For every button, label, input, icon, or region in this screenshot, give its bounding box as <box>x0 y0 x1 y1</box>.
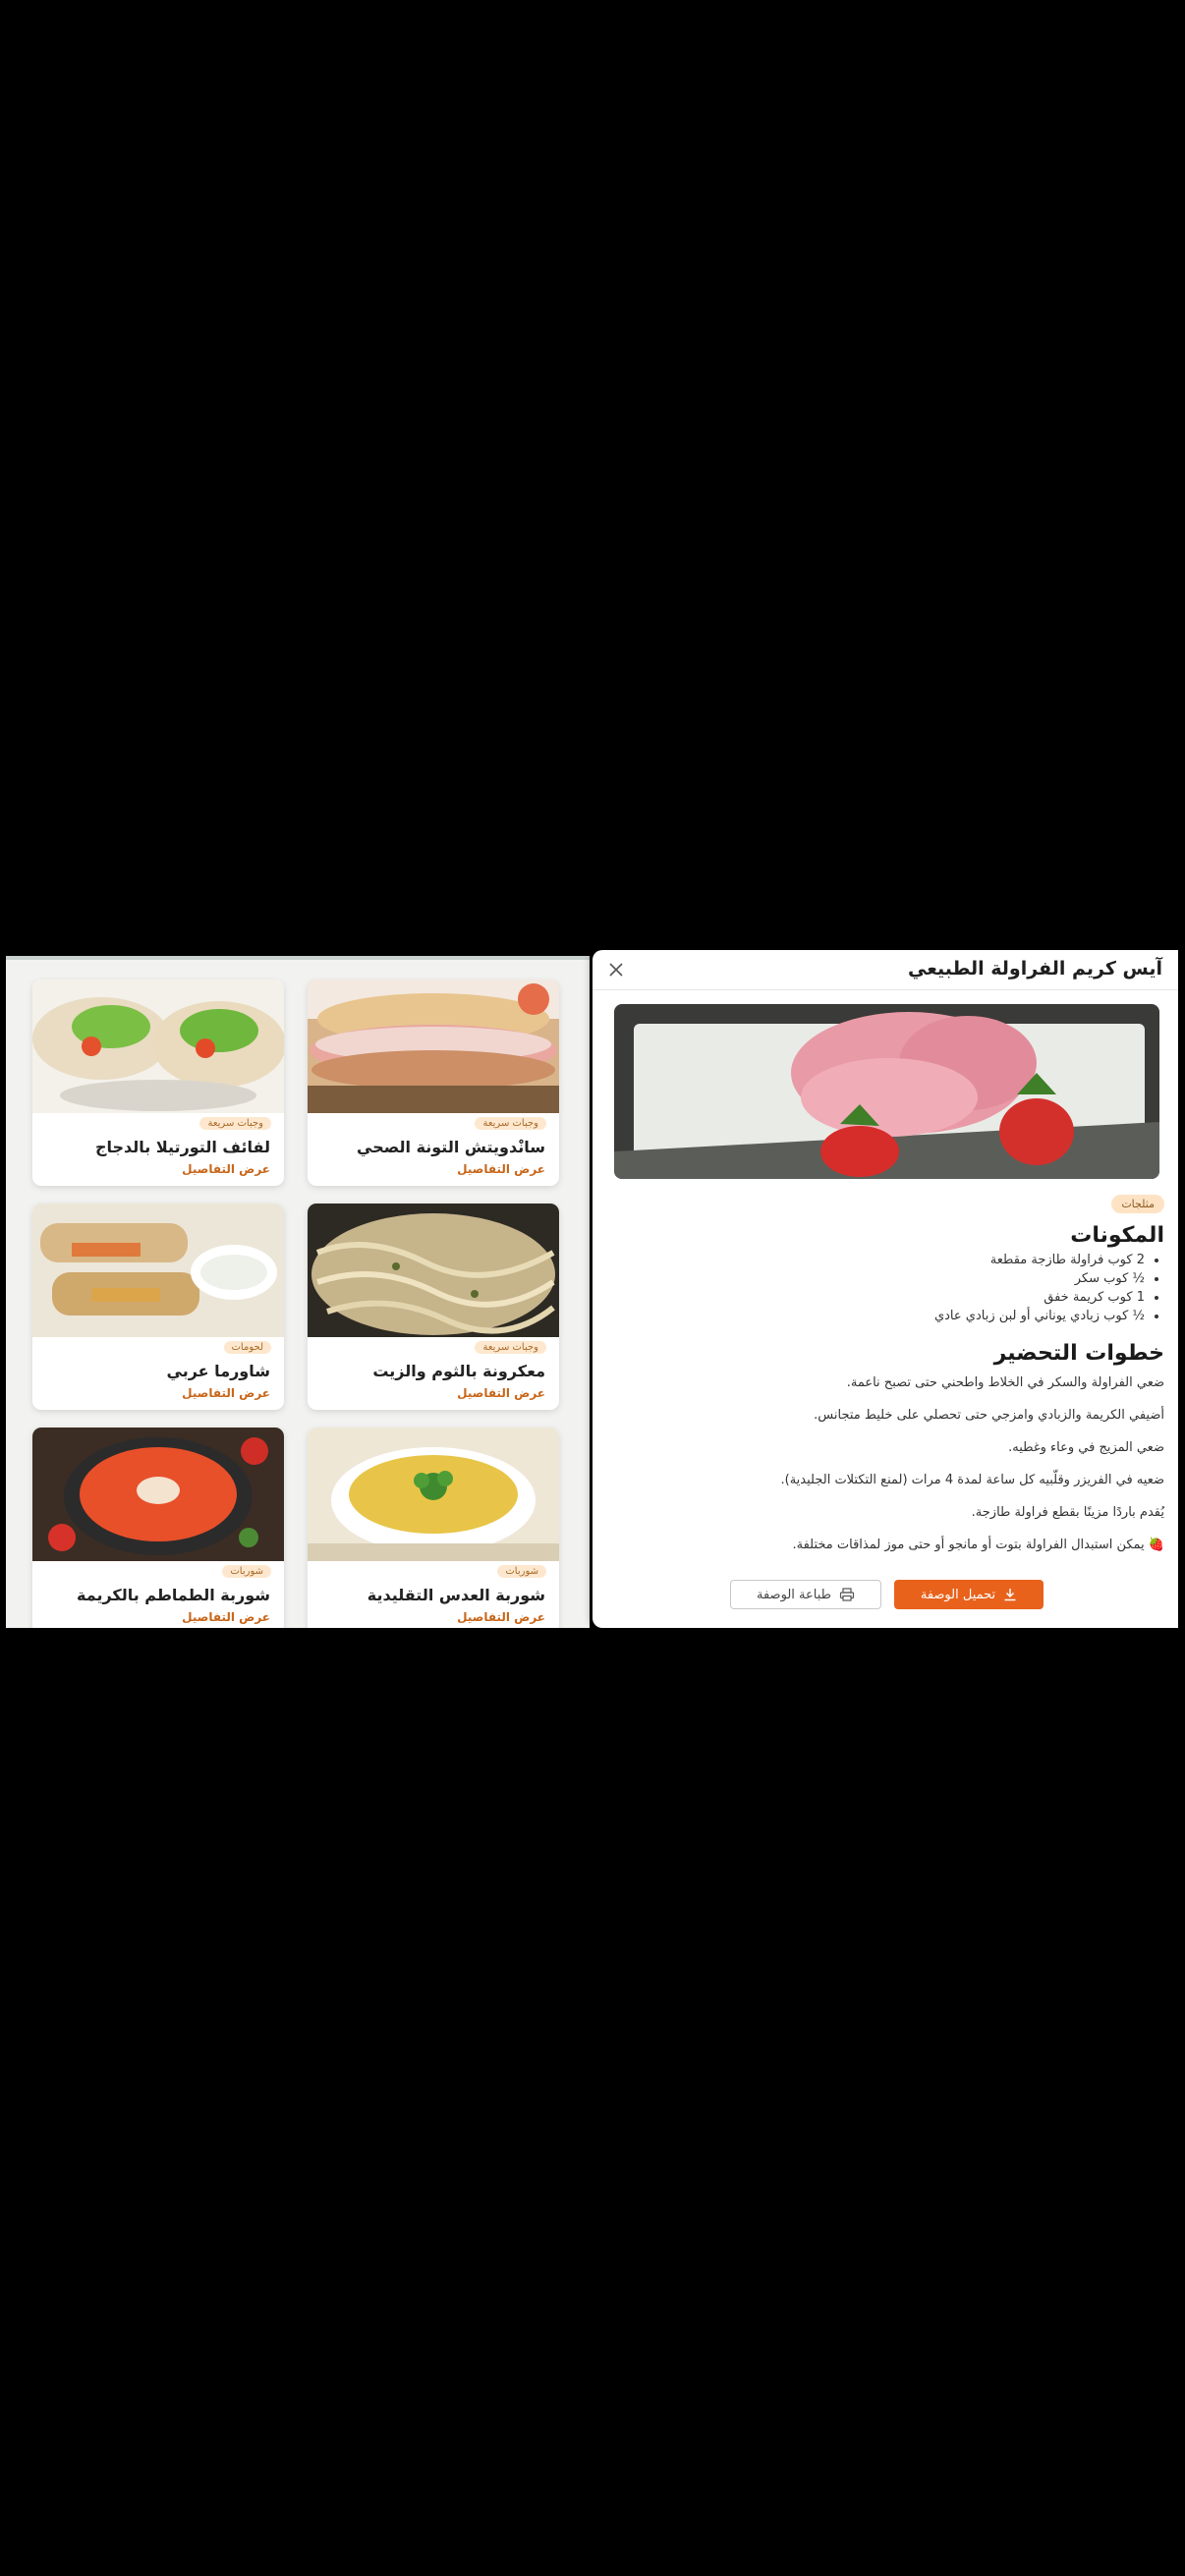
steps-heading: خطوات التحضير <box>993 1341 1164 1366</box>
category-badge: وجبات سريعة <box>475 1341 546 1354</box>
category-badge: مثلجات <box>1111 1195 1164 1213</box>
recipe-hero-image <box>614 1004 1159 1179</box>
step-item: يُقدم باردًا مزينًا بقطع فراولة طازجة. <box>971 1505 1164 1520</box>
app-frame: وجبات سريعة سانْدويتش التونة الصحي عرض ا… <box>0 948 1185 1628</box>
recipe-image <box>308 1428 559 1561</box>
view-details-link[interactable]: عرض التفاصيل <box>182 1386 270 1400</box>
recipe-image <box>32 1204 284 1337</box>
step-item: ضعي الفراولة والسكر في الخلاط واطحني حتى… <box>846 1375 1164 1390</box>
download-recipe-button[interactable]: تحميل الوصفة <box>894 1580 1044 1609</box>
recipe-title: لفائف التورتيلا بالدجاج <box>94 1138 270 1156</box>
category-badge: شوربات <box>497 1565 546 1578</box>
category-badge: شوربات <box>222 1565 271 1578</box>
recipe-title: شوربة الطماطم بالكريمة <box>77 1586 270 1604</box>
print-recipe-button[interactable]: طباعة الوصفة <box>730 1580 881 1609</box>
ingredient-item: 1 كوب كريمة خفق <box>634 1288 1145 1307</box>
category-badge: لحومات <box>223 1341 271 1354</box>
recipe-image <box>308 1204 559 1337</box>
view-details-link[interactable]: عرض التفاصيل <box>457 1162 545 1176</box>
category-badge: وجبات سريعة <box>199 1117 271 1130</box>
recipe-modal: آيس كريم الفراولة الطبيعي مثلجات المكونا… <box>592 950 1178 1628</box>
step-item: 🍓 يمكن استبدال الفراولة بتوت أو مانجو أو… <box>792 1538 1165 1552</box>
recipe-title: سانْدويتش التونة الصحي <box>357 1138 545 1156</box>
download-icon <box>1004 1589 1016 1601</box>
recipe-grid: وجبات سريعة سانْدويتش التونة الصحي عرض ا… <box>6 956 590 1628</box>
download-label: تحميل الوصفة <box>920 1587 996 1602</box>
recipe-title: شاورما عربي <box>166 1362 270 1380</box>
ingredient-item: ½ كوب زبادي يوناني أو لبن زبادي عادي <box>634 1307 1145 1325</box>
close-button[interactable] <box>606 960 626 980</box>
view-details-link[interactable]: عرض التفاصيل <box>457 1386 545 1400</box>
recipe-image <box>32 980 284 1113</box>
view-details-link[interactable]: عرض التفاصيل <box>457 1610 545 1624</box>
modal-title: آيس كريم الفراولة الطبيعي <box>908 958 1162 980</box>
recipe-card[interactable]: وجبات سريعة لفائف التورتيلا بالدجاج عرض … <box>32 980 284 1186</box>
step-item: ضعي المزيج في وعاء وغطيه. <box>1008 1440 1164 1455</box>
recipe-title: معكرونة بالثوم والزيت <box>372 1362 545 1380</box>
header-divider <box>592 989 1178 990</box>
recipe-card[interactable]: شوربات شوربة الطماطم بالكريمة عرض التفاص… <box>32 1428 284 1628</box>
recipe-card[interactable]: وجبات سريعة معكرونة بالثوم والزيت عرض ال… <box>308 1204 559 1410</box>
view-details-link[interactable]: عرض التفاصيل <box>182 1610 270 1624</box>
recipe-title: شوربة العدس التقليدية <box>367 1586 545 1604</box>
step-item: ضعيه في الفريزر وقلّبيه كل ساعة لمدة 4 م… <box>780 1473 1165 1487</box>
recipe-card[interactable]: شوربات شوربة العدس التقليدية عرض التفاصي… <box>308 1428 559 1628</box>
print-label: طباعة الوصفة <box>757 1587 831 1602</box>
recipe-image <box>32 1428 284 1561</box>
ingredients-heading: المكونات <box>1070 1223 1164 1248</box>
ingredient-item: ½ كوب سكر <box>634 1269 1145 1288</box>
ingredient-item: 2 كوب فراولة طازجة مقطعة <box>634 1251 1145 1269</box>
category-badge: وجبات سريعة <box>475 1117 546 1130</box>
ingredients-list: 2 كوب فراولة طازجة مقطعة ½ كوب سكر 1 كوب… <box>634 1251 1162 1325</box>
recipe-image <box>308 980 559 1113</box>
close-icon <box>609 963 623 977</box>
step-item: أضيفي الكريمة والزبادي وامزجي حتى تحصلي … <box>814 1408 1164 1423</box>
printer-icon <box>839 1588 855 1601</box>
panel-edge <box>6 956 590 960</box>
recipe-card[interactable]: وجبات سريعة سانْدويتش التونة الصحي عرض ا… <box>308 980 559 1186</box>
steps-list: ضعي الفراولة والسكر في الخلاط واطحني حتى… <box>614 1374 1165 1569</box>
view-details-link[interactable]: عرض التفاصيل <box>182 1162 270 1176</box>
recipe-card[interactable]: لحومات شاورما عربي عرض التفاصيل <box>32 1204 284 1410</box>
